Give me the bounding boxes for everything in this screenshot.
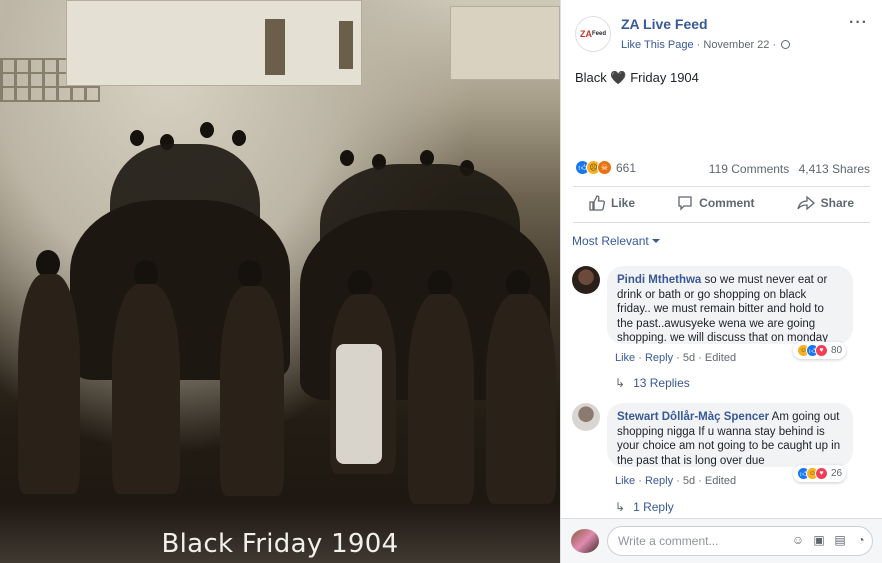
reaction-count[interactable]: 661 bbox=[616, 161, 636, 175]
comment-reactions[interactable]: 👍︎ ☺ ♥ 26 bbox=[793, 465, 847, 482]
divider bbox=[573, 222, 870, 223]
comment-author-link[interactable]: Stewart Dôllår-Màç Spencer bbox=[617, 411, 769, 423]
comment-author-link[interactable]: Pindi Mthethwa bbox=[617, 274, 701, 286]
comment-bubble: Stewart Dôllår-Màç Spencer Am going out … bbox=[607, 403, 853, 467]
post-stats: 119 Comments 4,413 Shares bbox=[709, 162, 870, 176]
comment-like-link[interactable]: Like bbox=[615, 475, 635, 487]
black-heart-icon: 🖤 bbox=[610, 70, 627, 85]
avatar bbox=[571, 529, 599, 553]
emoji-icon[interactable]: ☺ bbox=[791, 533, 805, 547]
view-replies-link[interactable]: ↳ 13 Replies bbox=[615, 376, 690, 390]
camera-icon[interactable]: ▣ bbox=[812, 533, 826, 547]
reaction-summary[interactable]: 👍︎ ☹ ☠︎ 661 bbox=[575, 160, 636, 175]
gif-icon[interactable]: ▤ bbox=[833, 533, 847, 547]
like-button[interactable]: Like bbox=[573, 195, 651, 211]
comment-composer: Write a comment... ☺ ▣ ▤ ◔ bbox=[561, 518, 882, 563]
post-panel: ZA Feed ZA Live Feed Like This Page · Nov… bbox=[560, 0, 882, 563]
comments-count-link[interactable]: 119 Comments bbox=[709, 162, 789, 176]
photo-crowd bbox=[0, 110, 560, 510]
page-name-link[interactable]: ZA Live Feed bbox=[621, 16, 708, 32]
building-right bbox=[450, 6, 560, 80]
post-date[interactable]: November 22 bbox=[703, 39, 769, 51]
composer-tools: ☺ ▣ ▤ ◔ bbox=[791, 533, 868, 547]
post-text: Black 🖤 Friday 1904 bbox=[575, 70, 699, 85]
edited-label[interactable]: Edited bbox=[705, 475, 736, 487]
globe-icon bbox=[781, 40, 791, 49]
avatar[interactable] bbox=[572, 266, 600, 294]
divider bbox=[573, 186, 870, 187]
angry-reaction-icon: ☠︎ bbox=[597, 160, 612, 175]
comment-reactions[interactable]: ☺ 👍︎ ♥ 80 bbox=[793, 342, 847, 359]
love-reaction-icon: ♥ bbox=[815, 467, 828, 480]
photo-caption: Black Friday 1904 bbox=[161, 529, 399, 559]
sticker-icon[interactable]: ◔ bbox=[854, 533, 868, 547]
comment-sort-dropdown[interactable]: Most Relevant bbox=[572, 234, 660, 248]
comment-reply-link[interactable]: Reply bbox=[645, 352, 673, 364]
comment-icon bbox=[678, 196, 692, 211]
post-meta: Like This Page · November 22 · bbox=[621, 39, 791, 51]
page-avatar[interactable]: ZA Feed bbox=[575, 16, 611, 52]
avatar[interactable] bbox=[572, 403, 600, 431]
building-left bbox=[66, 0, 362, 86]
reply-arrow-icon: ↳ bbox=[615, 376, 626, 390]
share-button[interactable]: Share bbox=[781, 195, 870, 211]
edited-label[interactable]: Edited bbox=[705, 352, 736, 364]
comment-actions: Like · Reply · 5d · Edited bbox=[615, 475, 737, 487]
post-photo[interactable]: Black Friday 1904 bbox=[0, 0, 560, 563]
share-icon bbox=[797, 195, 815, 211]
love-reaction-icon: ♥ bbox=[815, 344, 828, 357]
comment-like-link[interactable]: Like bbox=[615, 352, 635, 364]
thumbs-up-icon bbox=[589, 195, 605, 211]
more-options-icon[interactable]: ··· bbox=[849, 14, 868, 32]
comment-actions: Like · Reply · 5d · Edited bbox=[615, 352, 737, 364]
caret-down-icon bbox=[651, 239, 660, 243]
comment-age[interactable]: 5d bbox=[683, 352, 695, 364]
like-page-link[interactable]: Like This Page bbox=[621, 39, 694, 51]
comment-age[interactable]: 5d bbox=[683, 475, 695, 487]
view-replies-link[interactable]: ↳ 1 Reply bbox=[615, 500, 674, 514]
comment-button[interactable]: Comment bbox=[661, 195, 770, 211]
comment-reply-link[interactable]: Reply bbox=[645, 475, 673, 487]
shares-count-link[interactable]: 4,413 Shares bbox=[799, 162, 870, 176]
comment-bubble: Pindi Mthethwa so we must never eat or d… bbox=[607, 266, 853, 344]
reply-arrow-icon: ↳ bbox=[615, 500, 626, 514]
post-actions: Like Comment Share bbox=[573, 188, 870, 218]
